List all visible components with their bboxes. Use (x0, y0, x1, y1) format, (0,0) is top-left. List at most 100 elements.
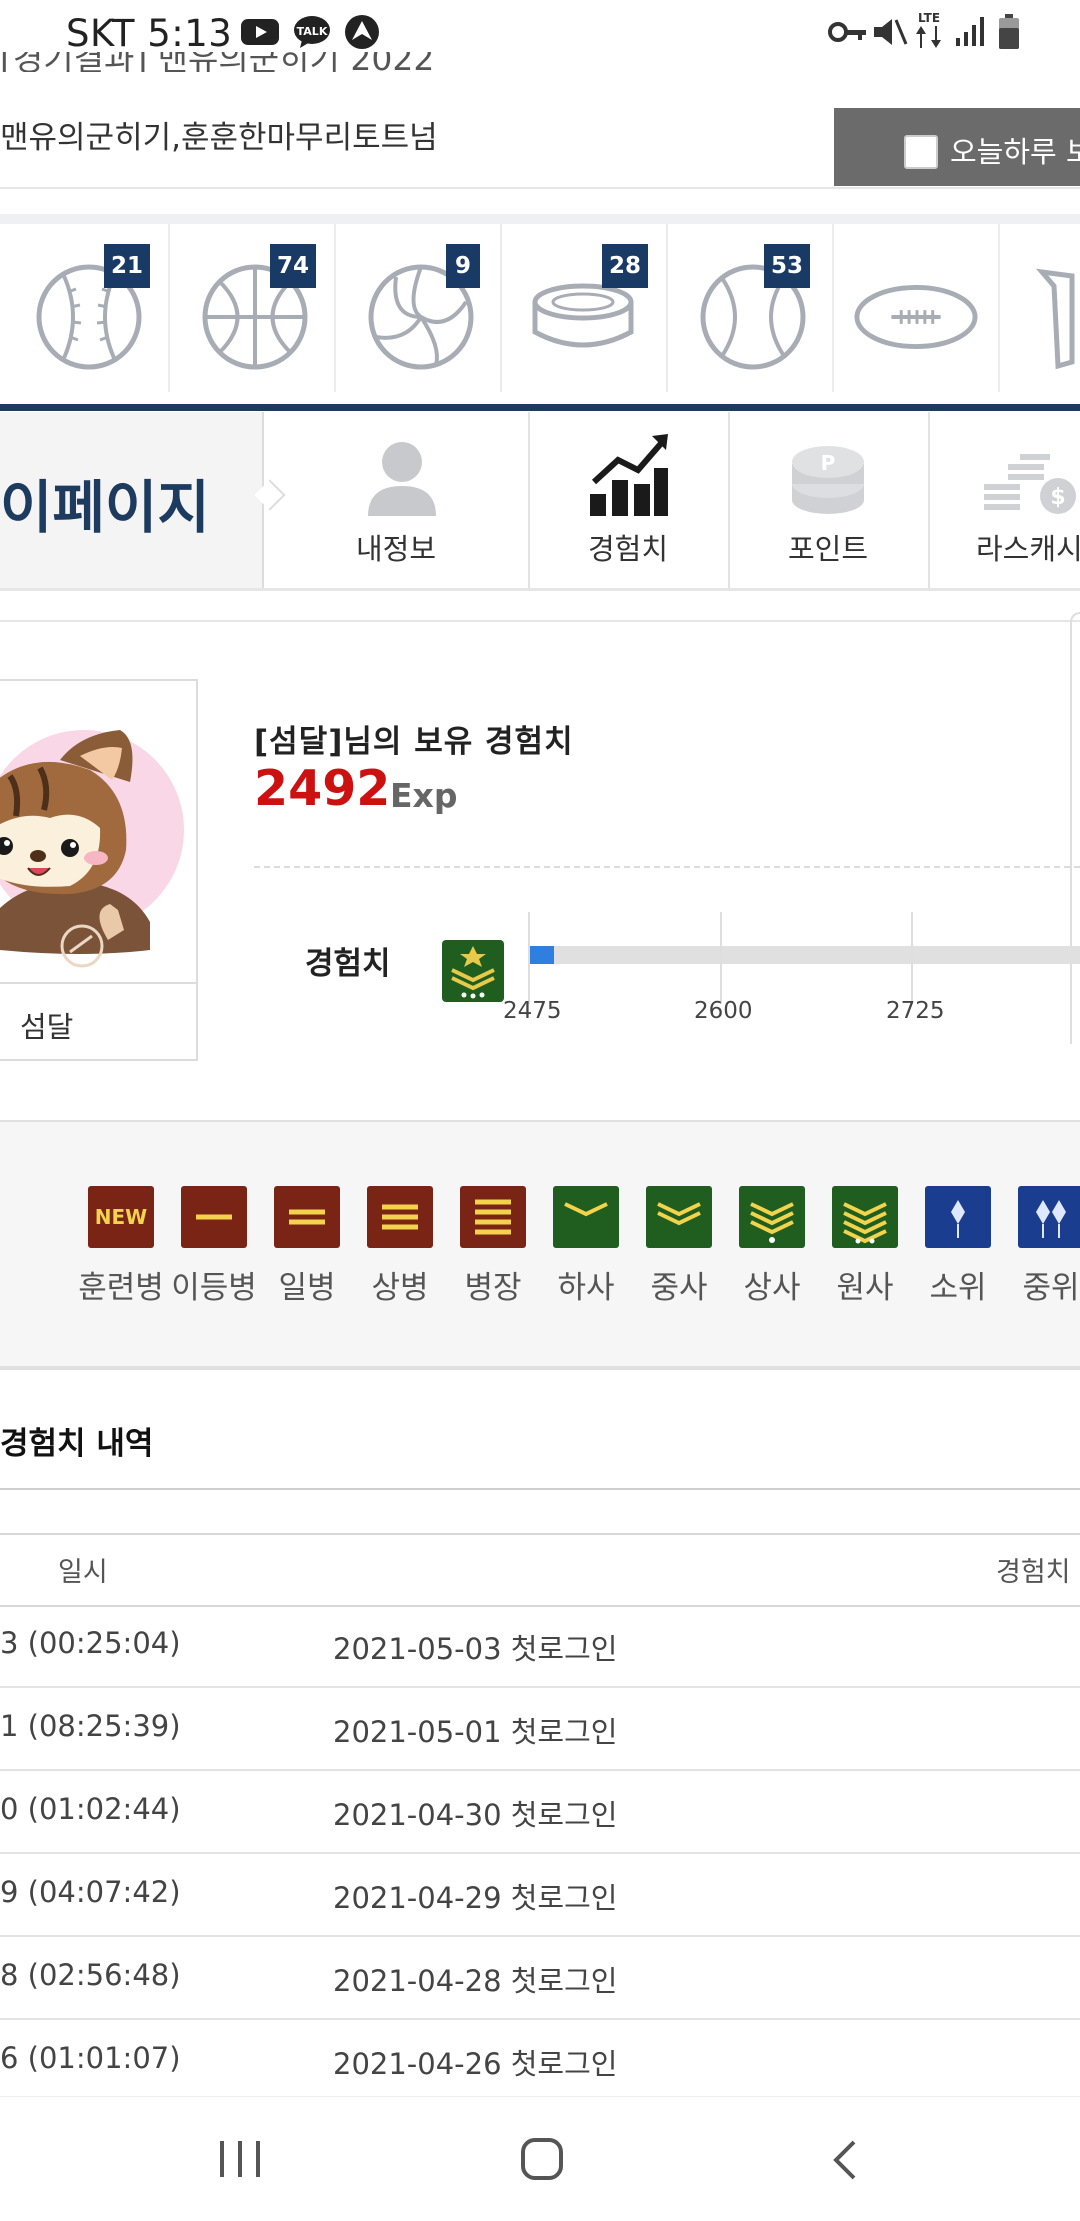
tab-experience[interactable]: 경험치 (528, 412, 730, 588)
row-description: 2021-04-30 첫로그인 (333, 1798, 618, 1832)
profile-frame-edge (1070, 612, 1080, 1044)
divider (0, 588, 1080, 591)
row-datetime: 0 (01:02:44) (0, 1792, 181, 1826)
tab-ras-cash[interactable]: $ 라스캐시 (928, 412, 1080, 588)
sport-count-badge: 28 (602, 244, 648, 288)
column-header-date: 일시 (58, 1557, 108, 1588)
row-description: 2021-05-03 첫로그인 (333, 1632, 618, 1666)
recents-icon[interactable] (218, 2139, 264, 2179)
chart-up-icon (590, 434, 668, 516)
svg-text:TALK: TALK (297, 25, 328, 38)
row-description: 2021-04-29 첫로그인 (333, 1881, 618, 1915)
table-row: 9 (04:07:42) 2021-04-29 첫로그인 (0, 1853, 1080, 1937)
sport-item-tennis[interactable]: 53 (668, 224, 834, 392)
exp-value: 2492 (254, 760, 391, 817)
rank-label: 원사 (836, 1270, 894, 1306)
vpn-key-icon (828, 22, 866, 42)
row-description: 2021-05-01 첫로그인 (333, 1715, 618, 1749)
mute-icon (874, 19, 908, 45)
person-icon (368, 442, 436, 516)
rank-label: 하사 (557, 1270, 615, 1306)
lte-icon: LTE (916, 11, 941, 48)
rank-insignia-2 (181, 1186, 247, 1248)
svg-text:LTE: LTE (918, 11, 940, 25)
back-icon[interactable] (830, 2139, 860, 2181)
sport-item-basketball[interactable]: 74 (170, 224, 336, 392)
current-rank-badge (442, 940, 504, 1002)
row-datetime: 8 (02:56:48) (0, 1958, 181, 1992)
divider (0, 982, 198, 984)
column-header-exp: 경험치 획 (996, 1557, 1080, 1588)
divider (0, 1488, 1080, 1490)
tab-label: 포인트 (787, 532, 869, 566)
sport-count-badge: 9 (446, 244, 480, 288)
svg-text:$: $ (1050, 485, 1065, 510)
tab-points[interactable]: P 포인트 (728, 412, 930, 588)
golf-icon (1035, 268, 1075, 370)
exp-title: [섬달]님의 보유 경험치 (254, 724, 574, 760)
rank-insignia-6 (553, 1186, 619, 1248)
sport-item-volleyball[interactable]: 9 (336, 224, 502, 392)
today-hide-checkbox[interactable] (904, 135, 938, 169)
row-description: 2021-04-26 첫로그인 (333, 2047, 618, 2081)
divider (0, 187, 1080, 189)
rank-insignia-1: NEW (88, 1186, 154, 1248)
football-icon (854, 285, 978, 349)
tab-label: 경험치 (587, 532, 669, 566)
gauge-label: 경험치 (305, 946, 391, 982)
avatar[interactable] (0, 690, 186, 970)
sports-category-bar: 21 74 9 28 53 (0, 224, 1080, 404)
rank-insignia-10 (925, 1186, 991, 1248)
today-hide-label[interactable]: 오늘하루 보 (950, 129, 1080, 171)
sports-bar-underline (0, 404, 1080, 411)
rank-label: 중사 (650, 1270, 708, 1306)
navigation-icon (345, 15, 379, 49)
rank-label: 훈련병 (78, 1270, 164, 1306)
rank-label: 소위 (929, 1270, 987, 1306)
divider (254, 866, 1080, 868)
rank-label: 병장 (464, 1270, 522, 1306)
rank-label: 일병 (278, 1270, 336, 1306)
exp-gauge-fill (528, 946, 554, 964)
rank-insignia-9 (832, 1186, 898, 1248)
sport-count-badge: 53 (764, 244, 810, 288)
rank-insignia-5 (460, 1186, 526, 1248)
svg-text:P: P (821, 451, 836, 475)
tab-label: 라스캐시 (976, 532, 1080, 566)
home-icon[interactable] (520, 2137, 564, 2181)
row-datetime: 3 (00:25:04) (0, 1626, 181, 1660)
rank-insignia-3 (274, 1186, 340, 1248)
sport-item-hockey[interactable]: 28 (502, 224, 668, 392)
gauge-tick (911, 912, 913, 1004)
battery-icon (999, 14, 1019, 49)
gauge-tick-label: 2475 (503, 998, 562, 1024)
divider (0, 214, 1080, 224)
exp-gauge-track (528, 946, 1080, 964)
news-headline-link[interactable]: 맨유의군히기,훈훈한마무리토트넘 (0, 112, 438, 157)
sport-count-badge: 21 (104, 244, 150, 288)
sport-item-baseball[interactable]: 21 (4, 224, 170, 392)
news-partial-line: [경기결과] 맨유의군히기 2022 (0, 52, 435, 72)
gauge-tick-label: 2600 (694, 998, 753, 1024)
cash-icon: $ (984, 454, 1076, 514)
rank-label: 상사 (743, 1270, 801, 1306)
user-name: 섬달 (20, 1010, 74, 1044)
coin-stack-icon: P (792, 446, 864, 514)
table-row: 1 (08:25:39) 2021-05-01 첫로그인 (0, 1687, 1080, 1771)
rank-insignia-11 (1018, 1186, 1080, 1248)
tab-label: 내정보 (355, 532, 437, 566)
rank-insignia-8 (739, 1186, 805, 1248)
rank-insignia-7 (646, 1186, 712, 1248)
rank-insignia-4 (367, 1186, 433, 1248)
table-row: 0 (01:02:44) 2021-04-30 첫로그인 (0, 1770, 1080, 1854)
tab-my-info[interactable]: 내정보 (264, 412, 530, 588)
rank-legend-strip (0, 1120, 1080, 1370)
rank-label: 중위 (1022, 1270, 1080, 1306)
sport-item-football[interactable] (834, 224, 1000, 392)
rank-label: 상병 (371, 1270, 429, 1306)
row-datetime: 9 (04:07:42) (0, 1875, 181, 1909)
rank-new-label: NEW (95, 1205, 147, 1229)
sport-item-golf[interactable] (1000, 224, 1080, 392)
row-datetime: 1 (08:25:39) (0, 1709, 181, 1743)
exp-unit: Exp (390, 776, 458, 815)
